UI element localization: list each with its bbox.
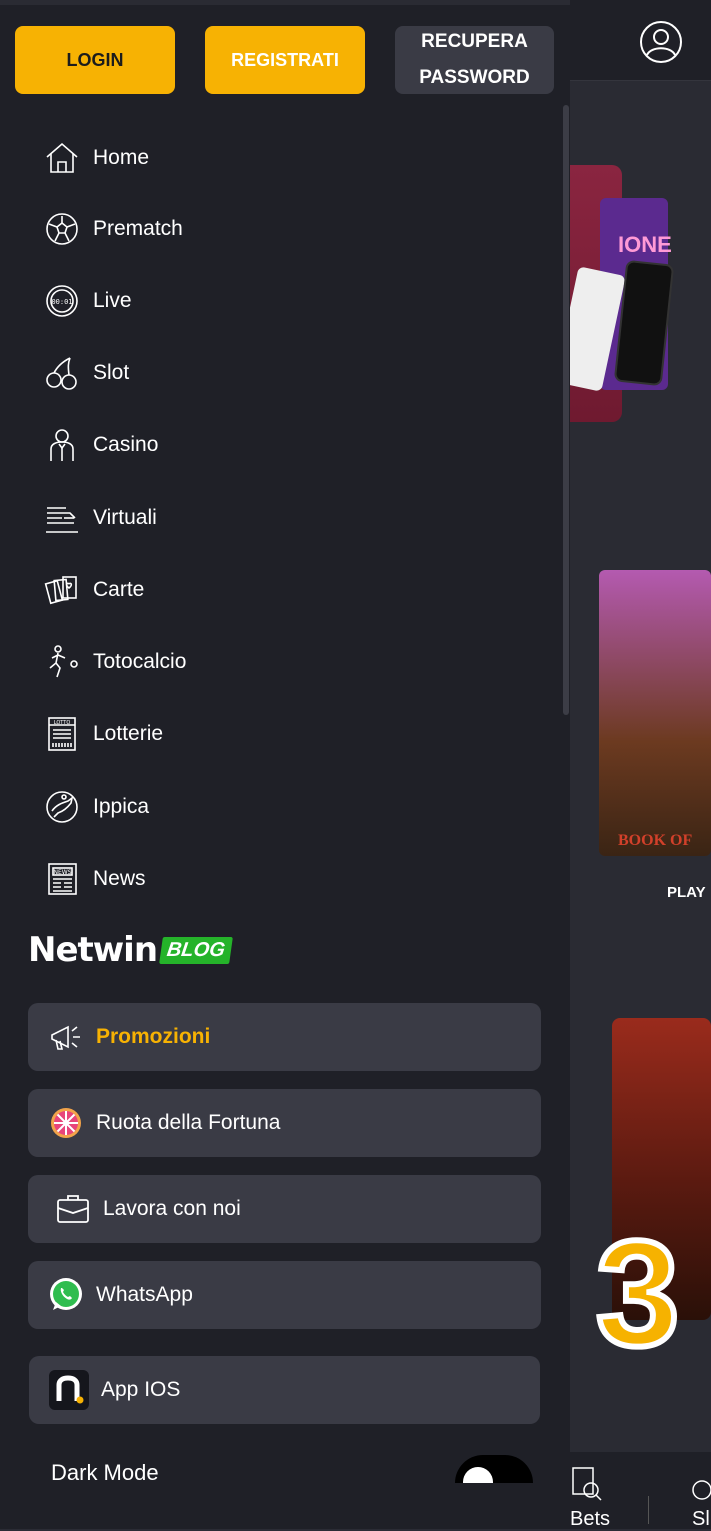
menu-item-label: Prematch [93,217,183,240]
bottom-nav-slot[interactable]: Sl [692,1508,710,1531]
promotions-button[interactable]: Promozioni [28,1003,541,1071]
dark-mode-label: Dark Mode [51,1460,159,1485]
lotto-ticket-icon: LOTTO [43,715,81,753]
register-button[interactable]: REGISTRATI [205,26,365,94]
playing-cards-icon [43,571,81,609]
menu-item-label: News [93,867,146,890]
menu-item-virtuali[interactable]: Virtuali [43,496,157,540]
recover-password-label-1: RECUPERA [421,31,528,52]
menu-item-carte[interactable]: Carte [43,568,144,612]
menu-item-label: Live [93,289,132,312]
menu-item-label: Slot [93,361,130,384]
game-thumbnail[interactable] [599,570,711,856]
mybets-icon [572,1467,602,1501]
recover-password-label-2: PASSWORD [419,67,530,88]
login-button[interactable]: LOGIN [15,26,175,94]
panel-label: WhatsApp [96,1283,193,1306]
blog-brand-text: Netwin [28,930,158,970]
fortune-wheel-icon [48,1105,84,1141]
panel-label: Ruota della Fortuna [96,1111,281,1134]
panel-label: App IOS [101,1378,181,1401]
soccer-ball-icon [43,210,81,248]
netwin-blog-logo[interactable]: Netwin BLOG [28,930,233,970]
promo-banner-text: IONE [618,232,672,257]
blog-tag: BLOG [159,936,233,964]
menu-item-lotterie[interactable]: LOTTO Lotterie [43,712,163,756]
menu-item-totocalcio[interactable]: Totocalcio [43,640,186,684]
play-label[interactable]: PLAY [667,884,706,901]
dark-mode-toggle[interactable] [455,1455,533,1483]
whatsapp-icon [48,1277,84,1313]
menu-item-casino[interactable]: Casino [43,423,158,467]
whatsapp-button[interactable]: WhatsApp [28,1261,541,1329]
croupier-icon [43,426,81,464]
menu-item-slot[interactable]: Slot [43,351,129,395]
horse-racing-icon [43,788,81,826]
app-ios-button[interactable]: App IOS [29,1356,540,1424]
menu-item-label: Ippica [93,795,150,818]
toggle-knob [463,1467,493,1483]
menu-item-label: Casino [93,433,159,456]
drawer-scrollbar[interactable] [563,105,569,715]
recover-password-button[interactable]: RECUPERA PASSWORD [395,26,554,94]
rank-number: 3 [593,1209,682,1377]
bottom-nav-divider [648,1496,649,1524]
home-icon [43,139,81,177]
work-with-us-button[interactable]: Lavora con noi [28,1175,541,1243]
menu-item-ippica[interactable]: Ippica [43,785,149,829]
menu-item-live[interactable]: 00:01 Live [43,279,132,323]
cherries-icon [43,354,81,392]
fortune-wheel-button[interactable]: Ruota della Fortuna [28,1089,541,1157]
svg-text:LOTTO: LOTTO [54,720,71,726]
netwin-app-icon [49,1370,89,1410]
briefcase-icon [55,1191,91,1227]
menu-item-label: Totocalcio [93,650,187,673]
game-thumbnail-title: BOOK OF [618,832,693,849]
svg-text:00:01: 00:01 [51,298,72,306]
megaphone-icon [48,1019,84,1055]
menu-item-home[interactable]: Home [43,136,149,180]
menu-item-prematch[interactable]: Prematch [43,207,183,251]
panel-label: Promozioni [96,1025,211,1048]
menu-item-label: Home [93,146,150,169]
live-timer-icon: 00:01 [43,282,81,320]
menu-item-label: Virtuali [93,506,157,529]
panel-label: Lavora con noi [103,1197,241,1220]
drawer-top-strip [0,0,570,5]
football-player-icon [43,643,81,681]
svg-text:NEWS: NEWS [53,869,71,876]
slot-icon [692,1480,711,1500]
newspaper-icon: NEWS [43,860,81,898]
user-account-icon[interactable] [639,20,683,64]
menu-item-label: Carte [93,578,145,601]
side-drawer: LOGIN REGISTRATI RECUPERA PASSWORD Home … [0,0,570,1529]
virtual-track-icon [43,499,81,537]
menu-item-news[interactable]: NEWS News [43,857,146,901]
bottom-nav-mybets[interactable]: Bets [570,1508,610,1531]
menu-item-label: Lotterie [93,722,164,745]
